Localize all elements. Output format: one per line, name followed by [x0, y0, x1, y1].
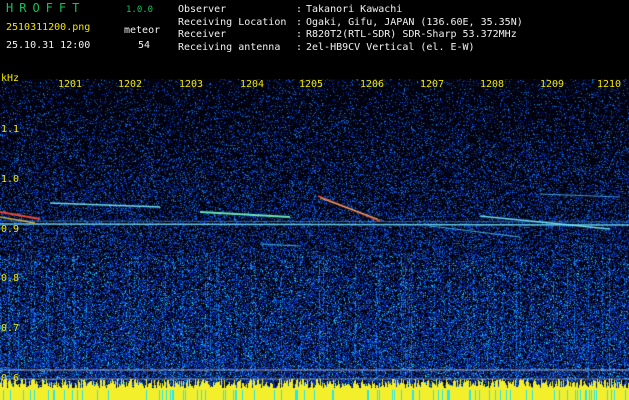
info-key: Observer: [178, 4, 227, 15]
y-tick-label: 0.8: [1, 273, 20, 284]
y-tick-label: 1.0: [1, 174, 20, 185]
app-logo: HROFFT: [6, 1, 86, 15]
y-tick-label: 0.6: [1, 373, 20, 384]
x-tick-label: 1208: [480, 79, 505, 90]
info-value: R820T2(RTL-SDR) SDR-Sharp 53.372MHz: [306, 29, 517, 40]
spectrogram-plot: [0, 79, 629, 400]
y-axis-unit: kHz: [1, 73, 20, 84]
info-key: Receiving Location: [178, 16, 287, 28]
x-tick-label: 1209: [540, 79, 565, 90]
info-value: 2el-HB9CV Vertical (el. E-W): [306, 41, 475, 53]
x-tick-label: 1204: [240, 79, 265, 90]
x-tick-label: 1210: [597, 79, 622, 90]
info-row-receiver: Receiver: R820T2(RTL-SDR) SDR-Sharp 53.37…: [178, 29, 517, 40]
y-tick-label: 1.1: [1, 124, 20, 135]
x-tick-label: 1207: [420, 79, 445, 90]
hrofft-window: HROFFT 1.0.0 2510311200.png meteor 25.10…: [0, 0, 629, 400]
spectrogram-canvas: [0, 79, 629, 400]
info-key: Receiving antenna: [178, 41, 281, 53]
x-tick-label: 1201: [58, 79, 83, 90]
y-tick-label: 0.9: [1, 224, 20, 235]
x-tick-label: 1205: [299, 79, 324, 90]
info-row-location: Receiving Location: Ogaki, Gifu, JAPAN (1…: [178, 16, 523, 28]
x-tick-label: 1203: [179, 79, 204, 90]
x-tick-label: 1202: [118, 79, 143, 90]
file-name: 2510311200.png: [6, 22, 91, 33]
x-tick-label: 1206: [360, 79, 385, 90]
info-row-observer: Observer: Takanori Kawachi: [178, 4, 403, 15]
info-value: Takanori Kawachi: [306, 4, 403, 15]
info-key: Receiver: [178, 29, 227, 40]
app-version: 1.0.0: [126, 5, 154, 15]
y-tick-label: 0.7: [1, 323, 20, 334]
info-value: Ogaki, Gifu, JAPAN (136.60E, 35.35N): [306, 16, 523, 28]
meteor-count: 54: [138, 40, 151, 51]
date-time: 25.10.31 12:00: [6, 40, 91, 51]
observation-info: Observer: Takanori Kawachi Receiving Loca…: [178, 4, 523, 54]
meteor-label: meteor: [124, 25, 161, 36]
info-row-antenna: Receiving antenna:2el-HB9CV Vertical (el…: [178, 41, 475, 53]
